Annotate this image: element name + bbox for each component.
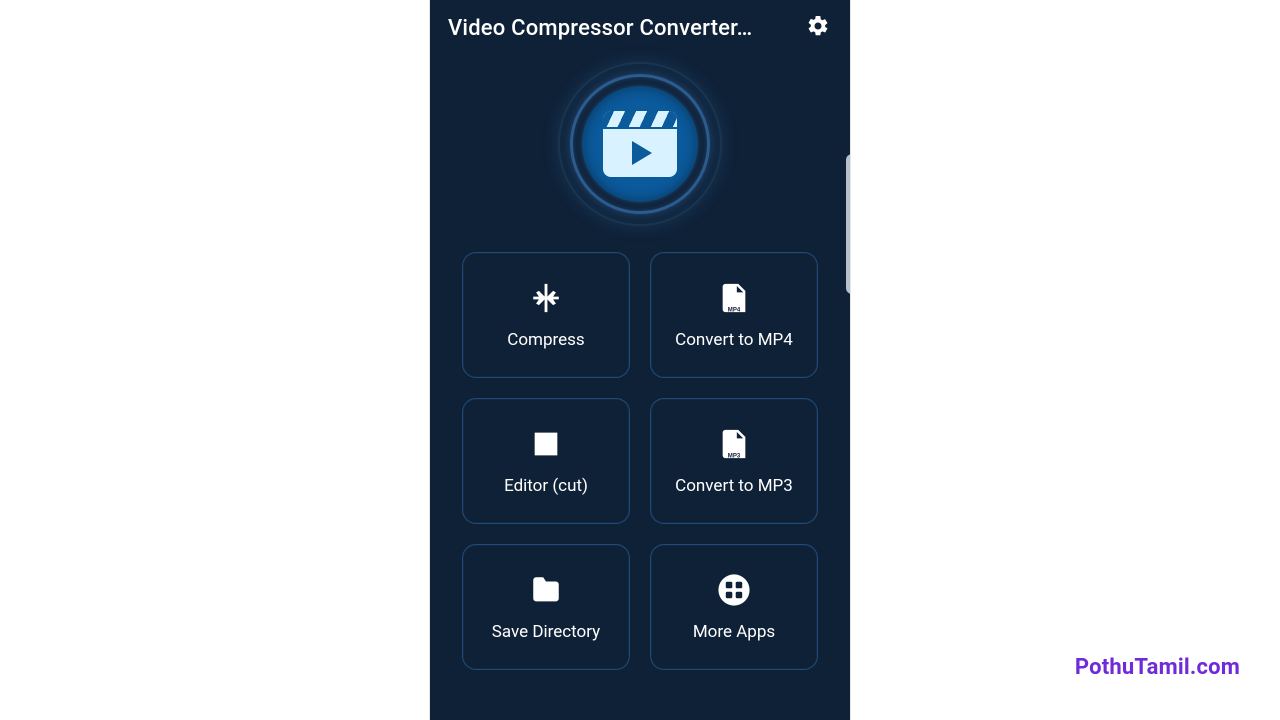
tile-label: Save Directory bbox=[492, 622, 600, 642]
svg-text:MP4: MP4 bbox=[728, 306, 741, 313]
app-screen: Video Compressor Converter… Compress bbox=[430, 0, 850, 720]
mp4-icon: MP4 bbox=[716, 280, 752, 316]
tile-save-directory[interactable]: Save Directory bbox=[462, 544, 630, 670]
app-header: Video Compressor Converter… bbox=[430, 0, 850, 52]
clapperboard-icon bbox=[603, 111, 677, 177]
watermark-text: PothuTamil.com bbox=[1075, 655, 1240, 680]
folder-icon bbox=[528, 572, 564, 608]
tile-convert-mp4[interactable]: MP4 Convert to MP4 bbox=[650, 252, 818, 378]
tile-more-apps[interactable]: More Apps bbox=[650, 544, 818, 670]
svg-text:MP3: MP3 bbox=[728, 452, 741, 459]
app-logo bbox=[430, 64, 850, 224]
tile-label: Convert to MP3 bbox=[675, 476, 793, 496]
tile-compress[interactable]: Compress bbox=[462, 252, 630, 378]
tile-label: Editor (cut) bbox=[504, 476, 588, 496]
menu-grid: Compress MP4 Convert to MP4 Editor (cut)… bbox=[430, 252, 850, 690]
compress-icon bbox=[528, 280, 564, 316]
mp3-icon: MP3 bbox=[716, 426, 752, 462]
logo-disc bbox=[582, 86, 698, 202]
more-apps-icon bbox=[716, 572, 752, 608]
scrollbar-thumb[interactable] bbox=[846, 154, 850, 294]
tile-label: Convert to MP4 bbox=[675, 330, 793, 350]
app-title: Video Compressor Converter… bbox=[448, 16, 792, 41]
logo-outer-ring bbox=[560, 64, 720, 224]
tile-editor-cut[interactable]: Editor (cut) bbox=[462, 398, 630, 524]
page-background-left bbox=[0, 0, 430, 720]
editor-cut-icon bbox=[528, 426, 564, 462]
tile-convert-mp3[interactable]: MP3 Convert to MP3 bbox=[650, 398, 818, 524]
settings-button[interactable] bbox=[804, 14, 832, 42]
tile-label: Compress bbox=[507, 330, 584, 350]
gear-icon bbox=[806, 14, 830, 42]
tile-label: More Apps bbox=[693, 622, 775, 642]
page-background-right bbox=[850, 0, 1280, 720]
